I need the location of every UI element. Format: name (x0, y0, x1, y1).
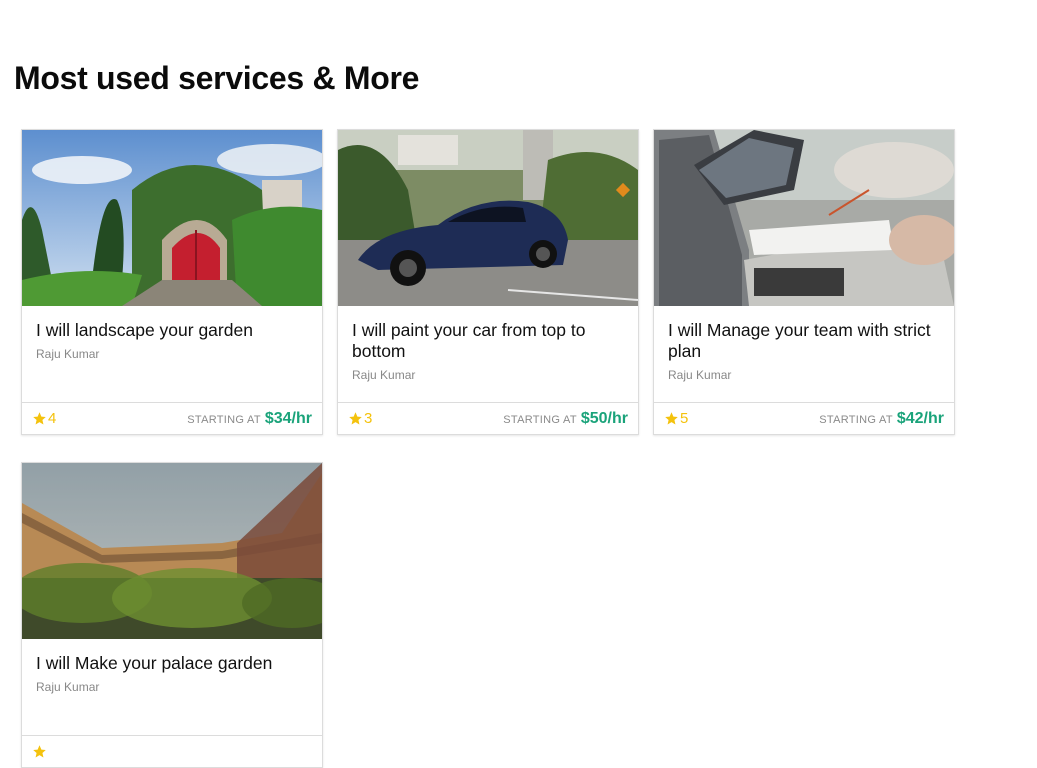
service-card[interactable]: I will Make your palace garden Raju Kuma… (21, 462, 323, 768)
price-info: STARTING AT $42/hr (819, 410, 944, 428)
card-title[interactable]: I will Make your palace garden (36, 653, 308, 674)
blue-car-image[interactable] (338, 130, 638, 306)
fence-grass-image[interactable] (22, 463, 322, 639)
price-info: STARTING AT $50/hr (503, 410, 628, 428)
card-footer: 4 STARTING AT $34/hr (22, 402, 322, 434)
seller-name[interactable]: Raju Kumar (36, 347, 308, 361)
service-card[interactable]: I will paint your car from top to bottom… (337, 129, 639, 435)
price: $34/hr (264, 409, 312, 427)
rating-value: 3 (364, 410, 373, 427)
card-title[interactable]: I will paint your car from top to bottom (352, 320, 624, 362)
star-icon (33, 412, 46, 425)
seller-name[interactable]: Raju Kumar (36, 680, 308, 694)
seller-name[interactable]: Raju Kumar (668, 368, 940, 382)
card-footer: 3 STARTING AT $50/hr (338, 402, 638, 434)
card-footer (22, 735, 322, 767)
price: $42/hr (896, 409, 944, 427)
price: $50/hr (580, 409, 628, 427)
card-title[interactable]: I will Manage your team with strict plan (668, 320, 940, 362)
rating: 3 (348, 410, 372, 427)
garden-gate-image[interactable] (22, 130, 322, 306)
rating-value: 5 (680, 410, 689, 427)
star-icon (33, 745, 46, 758)
price-label: STARTING AT (819, 413, 893, 426)
rating (32, 744, 48, 759)
service-card[interactable]: I will Manage your team with strict plan… (653, 129, 955, 435)
rating-value: 4 (48, 410, 57, 427)
laptop-meeting-image[interactable] (654, 130, 954, 306)
price-label: STARTING AT (503, 413, 577, 426)
rating: 4 (32, 410, 56, 427)
section-title: Most used services & More (14, 60, 420, 96)
price-info: STARTING AT $34/hr (187, 410, 312, 428)
card-footer: 5 STARTING AT $42/hr (654, 402, 954, 434)
service-card[interactable]: I will landscape your garden Raju Kumar … (21, 129, 323, 435)
rating: 5 (664, 410, 688, 427)
star-icon (665, 412, 678, 425)
star-icon (349, 412, 362, 425)
price-label: STARTING AT (187, 413, 261, 426)
card-title[interactable]: I will landscape your garden (36, 320, 308, 341)
seller-name[interactable]: Raju Kumar (352, 368, 624, 382)
